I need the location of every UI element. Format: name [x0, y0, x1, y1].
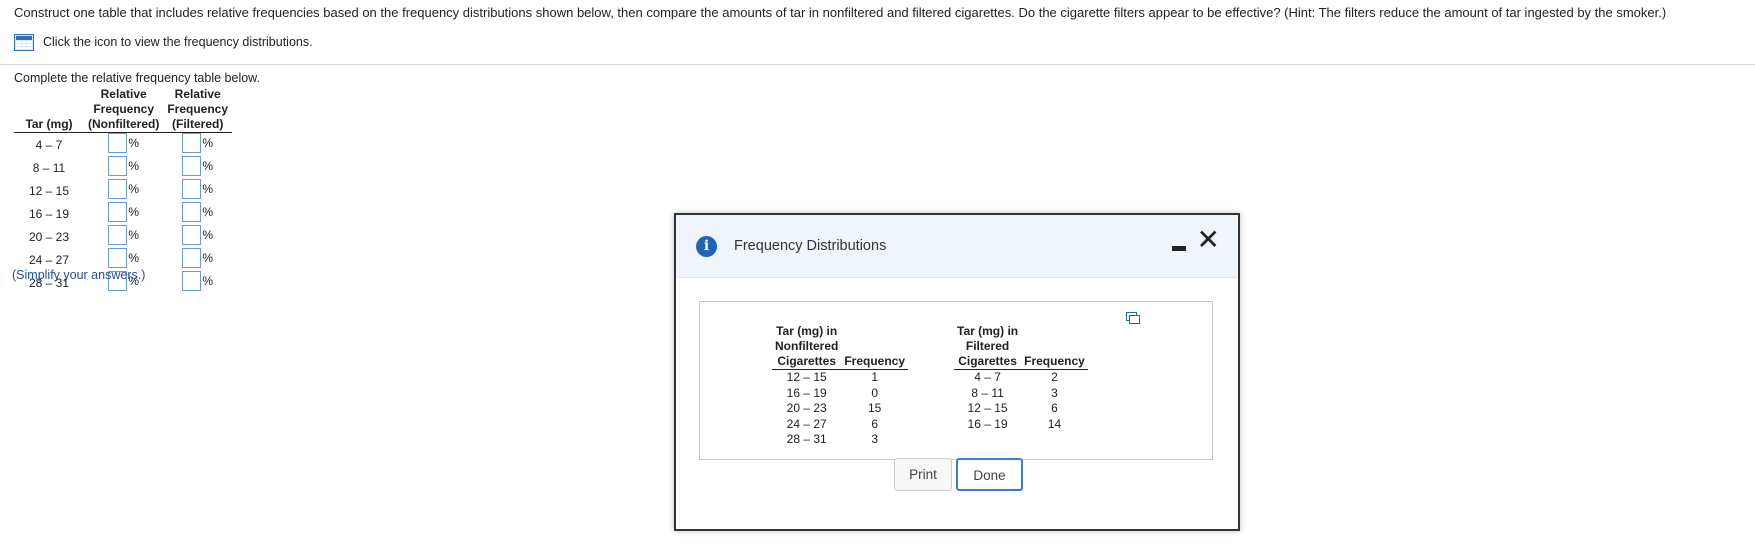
percent-sign: % [202, 159, 213, 173]
percent-sign: % [128, 136, 139, 150]
table-row: 8 – 11%% [14, 156, 232, 179]
tar-range: 12 – 15 [786, 370, 827, 384]
copy-icon[interactable] [1126, 312, 1140, 324]
tar-range: 8 – 11 [971, 385, 1004, 400]
filtered-col-header-line3: Cigarettes [954, 354, 1022, 370]
frequency-distributions-dialog: i Frequency Distributions ✕ Tar (mg) in … [674, 213, 1240, 531]
close-button[interactable]: ✕ [1197, 225, 1220, 255]
nonfiltered-header-line2: Frequency [93, 102, 154, 116]
nonfiltered-answer-input[interactable] [108, 202, 128, 222]
simplify-note: (Simplify your answers.) [12, 268, 146, 282]
table-row: 8 – 11 3 [954, 386, 1088, 402]
nonfiltered-header-line3: (Nonfiltered) [84, 117, 164, 133]
filtered-col-header-line1: Tar (mg) in [957, 324, 1019, 338]
percent-sign: % [202, 205, 213, 219]
filtered-col-header-line2: Filtered [965, 339, 1010, 353]
percent-sign: % [202, 228, 213, 242]
table-row: 12 – 15%% [14, 179, 232, 202]
divider [0, 64, 1755, 65]
frequency-panel: Tar (mg) in Nonfiltered Cigarettes Frequ… [699, 301, 1213, 460]
dialog-title: Frequency Distributions [734, 238, 887, 254]
complete-prompt: Complete the relative frequency table be… [14, 71, 260, 85]
view-distributions-text: Click the icon to view the frequency dis… [43, 35, 313, 49]
tar-range: 4 – 7 [35, 137, 63, 152]
nonfiltered-frequency-header: Frequency [841, 354, 909, 370]
filtered-answer-input[interactable] [182, 202, 202, 222]
filtered-frequency-header: Frequency [1021, 354, 1088, 370]
relative-frequency-table: Relative Relative Frequency Frequency Ta… [14, 87, 233, 294]
table-row: 16 – 19 14 [954, 417, 1088, 433]
table-row: 16 – 19 0 [772, 386, 908, 402]
frequency-value: 14 [1047, 416, 1062, 431]
tar-range: 4 – 7 [974, 370, 1001, 384]
table-row: 20 – 23 15 [772, 401, 908, 417]
filtered-answer-input[interactable] [182, 179, 202, 199]
nonfiltered-answer-input[interactable] [108, 156, 128, 176]
nonfiltered-frequency-table: Tar (mg) in Nonfiltered Cigarettes Frequ… [772, 324, 909, 448]
nonfiltered-answer-input[interactable] [108, 179, 128, 199]
nonfiltered-col-header-line2: Nonfiltered [775, 339, 839, 353]
table-row: 12 – 15 6 [954, 401, 1088, 417]
nonfiltered-answer-input[interactable] [108, 133, 128, 153]
dialog-header: i Frequency Distributions ✕ [676, 215, 1238, 278]
percent-sign: % [128, 251, 139, 265]
filtered-answer-input[interactable] [182, 133, 202, 153]
done-button[interactable]: Done [956, 458, 1023, 491]
frequency-value: 1 [871, 370, 879, 384]
tar-header: Tar (mg) [14, 117, 84, 133]
frequency-value: 3 [1051, 385, 1058, 400]
filtered-answer-input[interactable] [182, 271, 202, 291]
nonfiltered-answer-input[interactable] [108, 248, 128, 268]
tar-range: 20 – 23 [28, 229, 70, 244]
filtered-answer-input[interactable] [182, 225, 202, 245]
print-button[interactable]: Print [894, 458, 952, 491]
info-icon: i [696, 236, 717, 257]
filtered-header-line1: Relative [174, 87, 221, 101]
tar-range: 12 – 15 [967, 401, 1008, 415]
filtered-answer-input[interactable] [182, 248, 202, 268]
nonfiltered-col-header-line1: Tar (mg) in [776, 324, 838, 338]
table-row: 12 – 15 1 [772, 370, 908, 386]
percent-sign: % [128, 159, 139, 173]
nonfiltered-answer-input[interactable] [108, 225, 128, 245]
percent-sign: % [202, 136, 213, 150]
table-row: 16 – 19%% [14, 202, 232, 225]
table-row: 24 – 27 6 [772, 417, 908, 433]
tar-range: 20 – 23 [786, 401, 827, 415]
tar-range: 28 – 31 [786, 432, 827, 446]
frequency-value: 3 [871, 432, 879, 446]
percent-sign: % [128, 205, 139, 219]
table-row: 28 – 31 3 [772, 432, 908, 448]
minimize-button[interactable] [1172, 243, 1186, 251]
nonfiltered-header-line1: Relative [100, 87, 147, 101]
table-row: 20 – 23%% [14, 225, 232, 248]
table-row: 4 – 7%% [14, 133, 232, 157]
frequency-value: 0 [871, 385, 879, 400]
percent-sign: % [128, 182, 139, 196]
table-icon[interactable] [14, 33, 34, 51]
percent-sign: % [128, 228, 139, 242]
filtered-frequency-table: Tar (mg) in Filtered Cigarettes Frequenc… [954, 324, 1088, 432]
percent-sign: % [202, 182, 213, 196]
frequency-value: 2 [1051, 370, 1058, 384]
tar-range: 12 – 15 [28, 183, 70, 198]
percent-sign: % [202, 274, 213, 288]
frequency-value: 6 [1051, 401, 1058, 415]
table-row: 4 – 7 2 [954, 370, 1088, 386]
tar-range: 16 – 19 [28, 206, 70, 221]
tar-range: 8 – 11 [32, 160, 66, 175]
percent-sign: % [202, 251, 213, 265]
tar-range: 16 – 19 [967, 416, 1008, 431]
filtered-header-line2: Frequency [167, 102, 229, 116]
tar-range: 16 – 19 [786, 385, 827, 400]
frequency-value: 15 [868, 401, 882, 415]
frequency-value: 6 [871, 416, 879, 431]
filtered-answer-input[interactable] [182, 156, 202, 176]
nonfiltered-col-header-line3: Cigarettes [772, 354, 842, 370]
frequency-icon-row: Click the icon to view the frequency dis… [14, 33, 313, 51]
question-text: Construct one table that includes relati… [14, 5, 1667, 20]
filtered-header-line3: (Filtered) [163, 117, 233, 133]
tar-range: 24 – 27 [786, 416, 827, 431]
